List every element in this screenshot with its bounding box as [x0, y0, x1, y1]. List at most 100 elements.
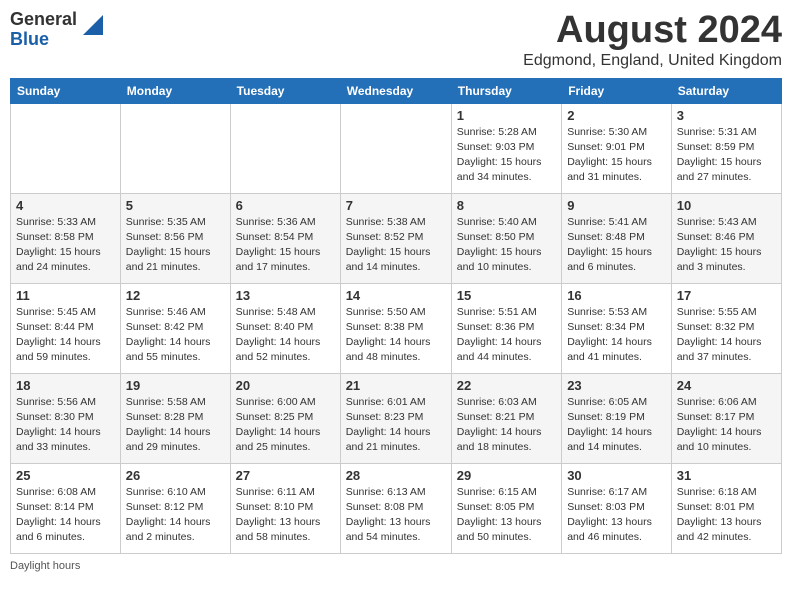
- calendar-cell-w0-d2: [230, 103, 340, 193]
- daylight-label: Daylight hours: [10, 560, 80, 572]
- calendar-cell-w4-d3: 28 Sunrise: 6:13 AM Sunset: 8:08 PM Dayli…: [340, 463, 451, 553]
- calendar-cell-w1-d1: 5 Sunrise: 5:35 AM Sunset: 8:56 PM Daylig…: [120, 193, 230, 283]
- day-number: 6: [236, 198, 335, 213]
- calendar-cell-w1-d5: 9 Sunrise: 5:41 AM Sunset: 8:48 PM Daylig…: [562, 193, 672, 283]
- calendar-cell-w4-d6: 31 Sunrise: 6:18 AM Sunset: 8:01 PM Dayli…: [671, 463, 781, 553]
- day-info: Sunrise: 5:35 AM Sunset: 8:56 PM Dayligh…: [126, 215, 225, 276]
- day-number: 24: [677, 378, 776, 393]
- day-info: Sunrise: 5:36 AM Sunset: 8:54 PM Dayligh…: [236, 215, 335, 276]
- day-info: Sunrise: 6:17 AM Sunset: 8:03 PM Dayligh…: [567, 485, 666, 546]
- day-number: 12: [126, 288, 225, 303]
- day-number: 29: [457, 468, 556, 483]
- calendar-cell-w1-d2: 6 Sunrise: 5:36 AM Sunset: 8:54 PM Daylig…: [230, 193, 340, 283]
- day-number: 31: [677, 468, 776, 483]
- calendar-cell-w0-d0: [11, 103, 121, 193]
- day-info: Sunrise: 5:30 AM Sunset: 9:01 PM Dayligh…: [567, 125, 666, 186]
- day-info: Sunrise: 5:31 AM Sunset: 8:59 PM Dayligh…: [677, 125, 776, 186]
- day-info: Sunrise: 5:28 AM Sunset: 9:03 PM Dayligh…: [457, 125, 556, 186]
- day-info: Sunrise: 6:15 AM Sunset: 8:05 PM Dayligh…: [457, 485, 556, 546]
- day-number: 19: [126, 378, 225, 393]
- calendar-cell-w3-d5: 23Sunrise: 6:05 AM Sunset: 8:19 PM Dayli…: [562, 373, 672, 463]
- calendar-cell-w4-d0: 25 Sunrise: 6:08 AM Sunset: 8:14 PM Dayli…: [11, 463, 121, 553]
- calendar-cell-w2-d4: 15Sunrise: 5:51 AM Sunset: 8:36 PM Dayli…: [451, 283, 561, 373]
- calendar-cell-w0-d4: 1 Sunrise: 5:28 AM Sunset: 9:03 PM Daylig…: [451, 103, 561, 193]
- day-number: 17: [677, 288, 776, 303]
- calendar-cell-w4-d5: 30 Sunrise: 6:17 AM Sunset: 8:03 PM Dayli…: [562, 463, 672, 553]
- day-number: 1: [457, 108, 556, 123]
- day-info: Sunrise: 6:08 AM Sunset: 8:14 PM Dayligh…: [16, 485, 115, 546]
- day-info: Sunrise: 5:48 AM Sunset: 8:40 PM Dayligh…: [236, 305, 335, 366]
- day-info: Sunrise: 5:51 AM Sunset: 8:36 PM Dayligh…: [457, 305, 556, 366]
- calendar-cell-w3-d3: 21 Sunrise: 6:01 AM Sunset: 8:23 PM Dayli…: [340, 373, 451, 463]
- day-info: Sunrise: 5:41 AM Sunset: 8:48 PM Dayligh…: [567, 215, 666, 276]
- day-number: 7: [346, 198, 446, 213]
- day-number: 5: [126, 198, 225, 213]
- day-number: 28: [346, 468, 446, 483]
- calendar-cell-w3-d1: 19 Sunrise: 5:58 AM Sunset: 8:28 PM Dayli…: [120, 373, 230, 463]
- day-info: Sunrise: 6:05 AM Sunset: 8:19 PM Dayligh…: [567, 395, 666, 456]
- title-area: August 2024 Edgmond, England, United Kin…: [523, 10, 782, 70]
- day-info: Sunrise: 5:53 AM Sunset: 8:34 PM Dayligh…: [567, 305, 666, 366]
- calendar-cell-w0-d3: [340, 103, 451, 193]
- day-header-sunday: Sunday: [11, 78, 121, 103]
- day-number: 11: [16, 288, 115, 303]
- day-info: Sunrise: 6:03 AM Sunset: 8:21 PM Dayligh…: [457, 395, 556, 456]
- calendar-cell-w1-d0: 4 Sunrise: 5:33 AM Sunset: 8:58 PM Daylig…: [11, 193, 121, 283]
- day-number: 22: [457, 378, 556, 393]
- page-header: General Blue August 2024 Edgmond, Englan…: [10, 10, 782, 70]
- day-number: 21: [346, 378, 446, 393]
- day-header-tuesday: Tuesday: [230, 78, 340, 103]
- day-number: 25: [16, 468, 115, 483]
- day-info: Sunrise: 5:40 AM Sunset: 8:50 PM Dayligh…: [457, 215, 556, 276]
- day-number: 4: [16, 198, 115, 213]
- footer-note: Daylight hours: [10, 560, 782, 572]
- day-info: Sunrise: 5:38 AM Sunset: 8:52 PM Dayligh…: [346, 215, 446, 276]
- day-number: 3: [677, 108, 776, 123]
- day-header-saturday: Saturday: [671, 78, 781, 103]
- calendar-cell-w4-d2: 27 Sunrise: 6:11 AM Sunset: 8:10 PM Dayli…: [230, 463, 340, 553]
- day-number: 26: [126, 468, 225, 483]
- day-info: Sunrise: 5:43 AM Sunset: 8:46 PM Dayligh…: [677, 215, 776, 276]
- calendar-cell-w2-d1: 12Sunrise: 5:46 AM Sunset: 8:42 PM Dayli…: [120, 283, 230, 373]
- day-info: Sunrise: 6:00 AM Sunset: 8:25 PM Dayligh…: [236, 395, 335, 456]
- day-number: 27: [236, 468, 335, 483]
- day-number: 9: [567, 198, 666, 213]
- day-info: Sunrise: 5:55 AM Sunset: 8:32 PM Dayligh…: [677, 305, 776, 366]
- day-number: 2: [567, 108, 666, 123]
- day-info: Sunrise: 5:58 AM Sunset: 8:28 PM Dayligh…: [126, 395, 225, 456]
- day-number: 30: [567, 468, 666, 483]
- day-number: 18: [16, 378, 115, 393]
- day-info: Sunrise: 6:13 AM Sunset: 8:08 PM Dayligh…: [346, 485, 446, 546]
- calendar-cell-w0-d6: 3 Sunrise: 5:31 AM Sunset: 8:59 PM Daylig…: [671, 103, 781, 193]
- logo-triangle-icon: [83, 15, 103, 35]
- calendar-table: SundayMondayTuesdayWednesdayThursdayFrid…: [10, 78, 782, 554]
- day-number: 14: [346, 288, 446, 303]
- calendar-cell-w3-d4: 22 Sunrise: 6:03 AM Sunset: 8:21 PM Dayli…: [451, 373, 561, 463]
- calendar-cell-w1-d4: 8Sunrise: 5:40 AM Sunset: 8:50 PM Daylig…: [451, 193, 561, 283]
- calendar-cell-w3-d2: 20 Sunrise: 6:00 AM Sunset: 8:25 PM Dayli…: [230, 373, 340, 463]
- calendar-cell-w4-d4: 29 Sunrise: 6:15 AM Sunset: 8:05 PM Dayli…: [451, 463, 561, 553]
- day-number: 10: [677, 198, 776, 213]
- day-number: 20: [236, 378, 335, 393]
- calendar-cell-w2-d0: 11Sunrise: 5:45 AM Sunset: 8:44 PM Dayli…: [11, 283, 121, 373]
- calendar-cell-w2-d2: 13 Sunrise: 5:48 AM Sunset: 8:40 PM Dayli…: [230, 283, 340, 373]
- day-header-monday: Monday: [120, 78, 230, 103]
- calendar-cell-w2-d5: 16 Sunrise: 5:53 AM Sunset: 8:34 PM Dayli…: [562, 283, 672, 373]
- calendar-cell-w1-d3: 7 Sunrise: 5:38 AM Sunset: 8:52 PM Daylig…: [340, 193, 451, 283]
- month-title: August 2024: [523, 10, 782, 52]
- calendar-cell-w1-d6: 10 Sunrise: 5:43 AM Sunset: 8:46 PM Dayli…: [671, 193, 781, 283]
- day-info: Sunrise: 6:18 AM Sunset: 8:01 PM Dayligh…: [677, 485, 776, 546]
- calendar-cell-w4-d1: 26 Sunrise: 6:10 AM Sunset: 8:12 PM Dayli…: [120, 463, 230, 553]
- calendar-cell-w2-d3: 14Sunrise: 5:50 AM Sunset: 8:38 PM Dayli…: [340, 283, 451, 373]
- day-header-wednesday: Wednesday: [340, 78, 451, 103]
- logo: General Blue: [10, 10, 103, 50]
- day-header-friday: Friday: [562, 78, 672, 103]
- calendar-cell-w3-d0: 18Sunrise: 5:56 AM Sunset: 8:30 PM Dayli…: [11, 373, 121, 463]
- day-info: Sunrise: 6:01 AM Sunset: 8:23 PM Dayligh…: [346, 395, 446, 456]
- calendar-cell-w0-d1: [120, 103, 230, 193]
- day-number: 13: [236, 288, 335, 303]
- day-info: Sunrise: 6:11 AM Sunset: 8:10 PM Dayligh…: [236, 485, 335, 546]
- day-info: Sunrise: 6:10 AM Sunset: 8:12 PM Dayligh…: [126, 485, 225, 546]
- day-number: 16: [567, 288, 666, 303]
- day-info: Sunrise: 5:33 AM Sunset: 8:58 PM Dayligh…: [16, 215, 115, 276]
